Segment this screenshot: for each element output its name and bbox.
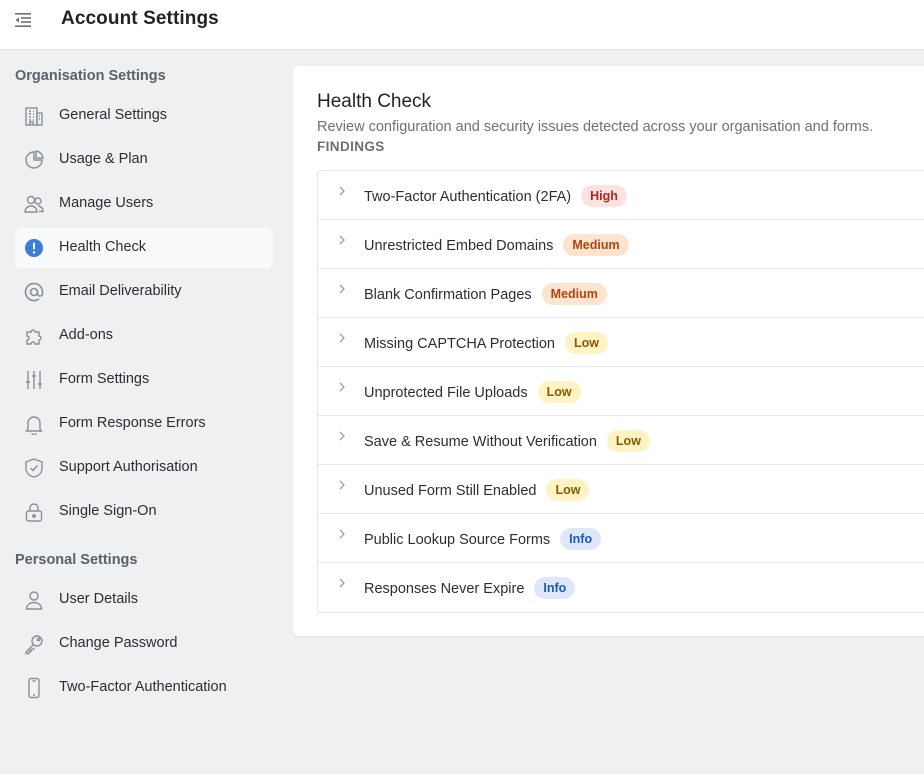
finding-title: Unused Form Still Enabled bbox=[364, 483, 537, 499]
collapse-menu-icon[interactable] bbox=[14, 11, 34, 29]
sidebar-item-label: Two-Factor Authentication bbox=[59, 679, 227, 695]
severity-badge: Low bbox=[606, 430, 650, 452]
severity-badge: High bbox=[581, 185, 627, 207]
sidebar-item-label: Form Response Errors bbox=[59, 415, 206, 431]
sidebar: Organisation Settings General Settings U… bbox=[0, 51, 290, 774]
sidebar-item-label: User Details bbox=[59, 591, 138, 607]
sidebar-item-label: Form Settings bbox=[59, 371, 150, 387]
sidebar-item-label: Add-ons bbox=[59, 327, 114, 343]
chevron-right-icon bbox=[337, 331, 347, 345]
severity-badge: Info bbox=[534, 577, 576, 599]
finding-row[interactable]: Missing CAPTCHA Protection Low bbox=[318, 318, 924, 367]
chevron-right-icon bbox=[337, 576, 347, 590]
organisation-settings-heading: Organisation Settings bbox=[15, 68, 166, 84]
finding-row[interactable]: Two-Factor Authentication (2FA) High bbox=[318, 171, 924, 220]
chevron-right-icon bbox=[337, 233, 347, 247]
top-bar: Account Settings bbox=[0, 0, 924, 50]
finding-title: Responses Never Expire bbox=[364, 581, 525, 597]
finding-title: Blank Confirmation Pages bbox=[364, 287, 532, 303]
sliders-icon bbox=[23, 369, 45, 391]
chevron-right-icon bbox=[337, 282, 347, 296]
finding-row[interactable]: Responses Never Expire Info bbox=[318, 563, 924, 612]
finding-row[interactable]: Unused Form Still Enabled Low bbox=[318, 465, 924, 514]
sidebar-item-email-deliverability[interactable]: Email Deliverability bbox=[15, 272, 273, 312]
users-icon bbox=[23, 193, 45, 215]
panel-title: Health Check bbox=[317, 91, 432, 112]
finding-row[interactable]: Unrestricted Embed Domains Medium bbox=[318, 220, 924, 269]
finding-title: Public Lookup Source Forms bbox=[364, 532, 551, 548]
finding-row[interactable]: Public Lookup Source Forms Info bbox=[318, 514, 924, 563]
finding-title: Save & Resume Without Verification bbox=[364, 434, 597, 450]
personal-settings-heading: Personal Settings bbox=[15, 552, 138, 568]
severity-badge: Medium bbox=[541, 283, 607, 305]
sidebar-item-label: Health Check bbox=[59, 239, 147, 255]
finding-title: Unrestricted Embed Domains bbox=[364, 238, 554, 254]
finding-title: Missing CAPTCHA Protection bbox=[364, 336, 555, 352]
user-icon bbox=[23, 589, 45, 611]
sidebar-item-general-settings[interactable]: General Settings bbox=[15, 96, 273, 136]
sidebar-item-label: Change Password bbox=[59, 635, 178, 651]
sidebar-item-label: Support Authorisation bbox=[59, 459, 198, 475]
finding-title: Two-Factor Authentication (2FA) bbox=[364, 189, 572, 205]
finding-row[interactable]: Save & Resume Without Verification Low bbox=[318, 416, 924, 465]
sidebar-item-two-factor-authentication[interactable]: Two-Factor Authentication bbox=[15, 668, 273, 708]
bell-icon bbox=[23, 413, 45, 435]
findings-list: Two-Factor Authentication (2FA) High Unre… bbox=[317, 170, 924, 613]
sidebar-item-add-ons[interactable]: Add-ons bbox=[15, 316, 273, 356]
panel-description: Review configuration and security issues… bbox=[317, 119, 874, 135]
building-icon bbox=[23, 105, 45, 127]
sidebar-item-label: General Settings bbox=[59, 107, 168, 123]
sidebar-item-form-settings[interactable]: Form Settings bbox=[15, 360, 273, 400]
chevron-right-icon bbox=[337, 380, 347, 394]
severity-badge: Low bbox=[546, 479, 590, 501]
smartphone-icon bbox=[23, 677, 45, 699]
shield-check-icon bbox=[23, 457, 45, 479]
sidebar-item-manage-users[interactable]: Manage Users bbox=[15, 184, 273, 224]
puzzle-icon bbox=[23, 325, 45, 347]
sidebar-item-change-password[interactable]: Change Password bbox=[15, 624, 273, 664]
chevron-right-icon bbox=[337, 527, 347, 541]
sidebar-item-label: Manage Users bbox=[59, 195, 154, 211]
health-check-panel: Health Check Review configuration and se… bbox=[293, 66, 924, 636]
findings-label: FINDINGS bbox=[317, 139, 385, 154]
sidebar-item-support-authorisation[interactable]: Support Authorisation bbox=[15, 448, 273, 488]
chevron-right-icon bbox=[337, 184, 347, 198]
sidebar-item-user-details[interactable]: User Details bbox=[15, 580, 273, 620]
pie-chart-icon bbox=[23, 149, 45, 171]
page-title: Account Settings bbox=[61, 8, 219, 29]
sidebar-item-label: Single Sign-On bbox=[59, 503, 157, 519]
finding-title: Unprotected File Uploads bbox=[364, 385, 528, 401]
sidebar-item-label: Usage & Plan bbox=[59, 151, 148, 167]
severity-badge: Medium bbox=[563, 234, 629, 256]
sidebar-item-label: Email Deliverability bbox=[59, 283, 182, 299]
chevron-right-icon bbox=[337, 429, 347, 443]
sidebar-item-usage-plan[interactable]: Usage & Plan bbox=[15, 140, 273, 180]
sidebar-item-single-sign-on[interactable]: Single Sign-On bbox=[15, 492, 273, 532]
severity-badge: Low bbox=[564, 332, 608, 354]
finding-row[interactable]: Blank Confirmation Pages Medium bbox=[318, 269, 924, 318]
chevron-right-icon bbox=[337, 478, 347, 492]
finding-row[interactable]: Unprotected File Uploads Low bbox=[318, 367, 924, 416]
alert-circle-icon bbox=[23, 237, 45, 259]
sidebar-item-form-response-errors[interactable]: Form Response Errors bbox=[15, 404, 273, 444]
sidebar-item-health-check[interactable]: Health Check bbox=[15, 228, 273, 268]
severity-badge: Info bbox=[560, 528, 602, 550]
at-sign-icon bbox=[23, 281, 45, 303]
severity-badge: Low bbox=[537, 381, 581, 403]
key-icon bbox=[23, 633, 45, 655]
lock-icon bbox=[23, 501, 45, 523]
